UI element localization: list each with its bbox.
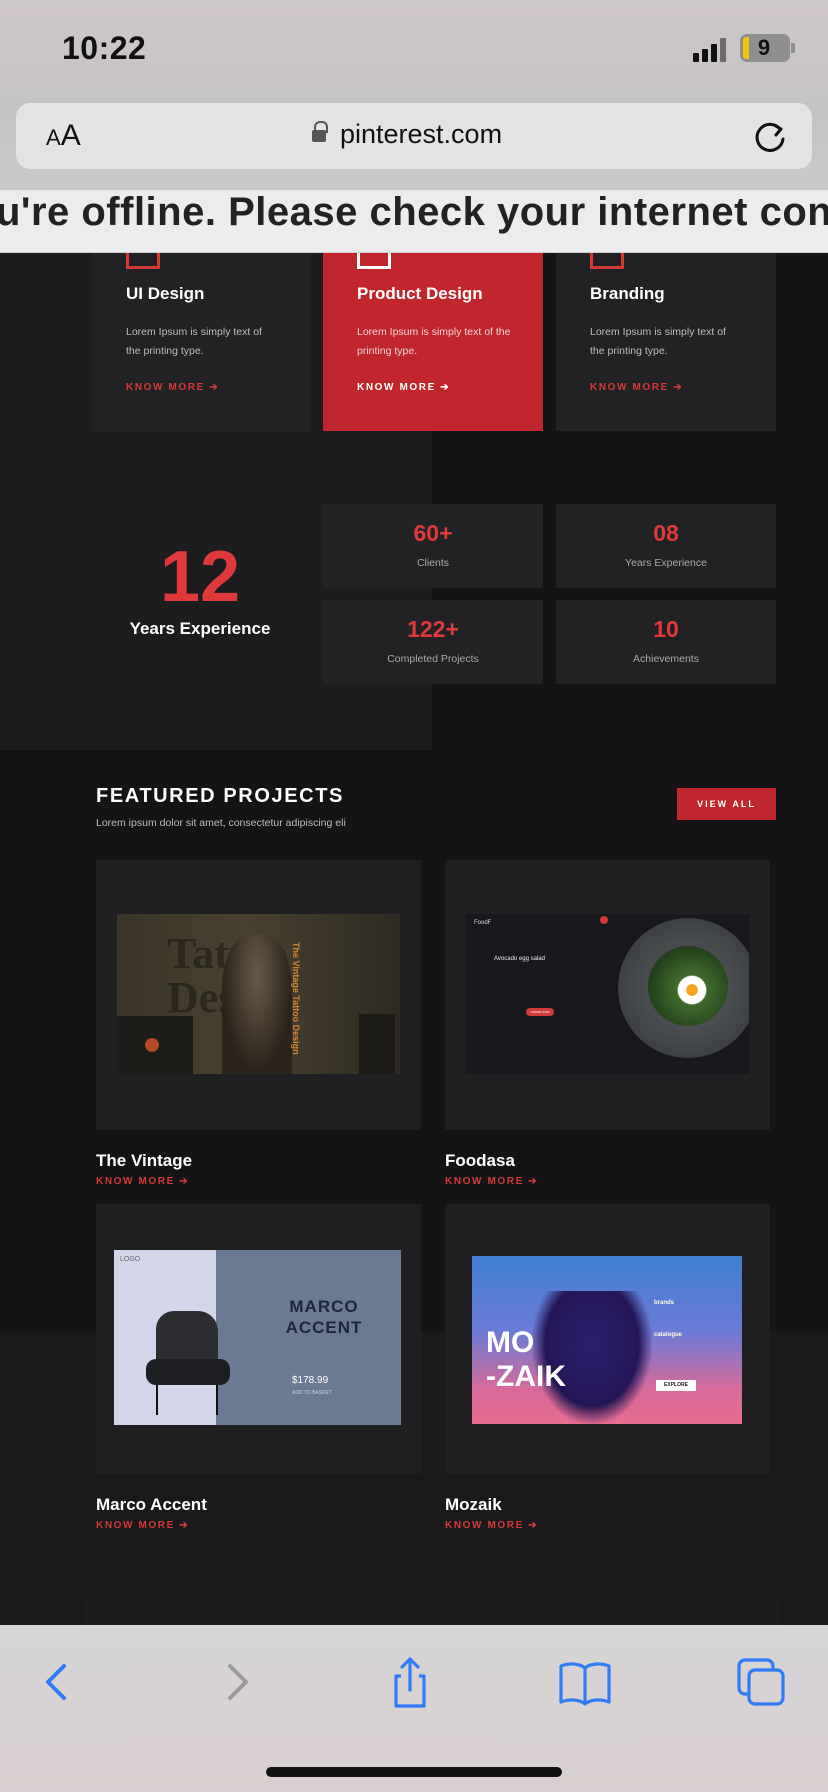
stat-years: 08 Years Experience [556,504,776,588]
project-title: Mozaik [445,1495,502,1514]
page-content: UI Design Lorem Ipsum is simply text of … [0,253,828,1625]
view-all-button[interactable]: VIEW ALL [677,788,776,820]
featured-projects-subtitle: Lorem ipsum dolor sit amet, consectetur … [96,817,346,829]
lock-icon [312,121,328,145]
project-card-mozaik[interactable]: MO -ZAIK brands catalogue EXPLORE Mozaik … [445,1204,770,1531]
browser-toolbar [0,1625,828,1792]
url-text[interactable]: pinterest.com [340,119,502,150]
branding-icon [590,253,624,269]
vintage-preview-image: Tattoo Design The Vintage Tattoo Design [117,914,400,1074]
chair-image [142,1305,242,1420]
know-more-link[interactable]: KNOW MORE ➔ [96,1176,189,1187]
project-title: The Vintage [96,1151,193,1170]
bookmarks-icon[interactable] [555,1654,615,1710]
service-description: Lorem Ipsum is simply text of the printi… [126,326,262,357]
know-more-link[interactable]: KNOW MORE ➔ [357,382,450,393]
know-more-link[interactable]: KNOW MORE ➔ [445,1520,538,1531]
stat-value: 122+ [407,616,459,642]
stat-label: Clients [416,557,450,569]
reader-options-button[interactable]: AA [46,119,81,153]
marco-preview-image: LOGO MARCO ACCENT $178.99 ADD TO BASKET [114,1250,401,1425]
food-plate [618,918,749,1058]
stat-value: 60+ [413,520,453,546]
project-title: Marco Accent [96,1495,207,1514]
battery-level: 9 [757,35,771,60]
project-card-marco-accent[interactable]: LOGO MARCO ACCENT $178.99 ADD TO BASKET M… [96,1204,421,1531]
project-title: Foodasa [445,1151,515,1170]
product-design-icon [357,253,391,269]
share-icon[interactable] [380,1654,440,1710]
know-more-link[interactable]: KNOW MORE ➔ [126,382,219,393]
know-more-link[interactable]: KNOW MORE ➔ [96,1520,189,1531]
stat-value: 08 [653,520,679,546]
back-icon[interactable] [28,1654,88,1710]
battery-icon: 9 [740,34,790,62]
know-more-link[interactable]: KNOW MORE ➔ [445,1176,538,1187]
mozaik-preview-image: MO -ZAIK brands catalogue EXPLORE [472,1256,742,1424]
stat-value: 10 [653,616,679,642]
service-title: Branding [590,284,665,303]
forward-icon[interactable] [206,1654,266,1710]
service-description: Lorem Ipsum is simply text of the printi… [590,326,726,357]
offline-message: u're offline. Please check your internet… [0,190,828,234]
service-title: Product Design [357,284,483,303]
stat-clients: 60+ Clients [323,504,543,588]
stat-achievements: 10 Achievements [556,600,776,684]
stat-label: Achievements [633,653,699,665]
browser-chrome: 10:22 9 AA pinterest.com [0,0,828,190]
offline-banner: u're offline. Please check your internet… [0,190,828,253]
tabs-icon[interactable] [731,1654,791,1710]
address-bar[interactable]: AA pinterest.com [16,103,812,169]
stat-label: Years Experience [625,557,707,569]
foodasa-preview-image: FoodF Avocado egg salad ORDER NOW [466,914,749,1074]
service-card-branding[interactable]: Branding Lorem Ipsum is simply text of t… [556,253,776,431]
featured-projects-title: FEATURED PROJECTS [96,785,344,807]
know-more-link[interactable]: KNOW MORE ➔ [590,382,683,393]
service-card-product-design[interactable]: Product Design Lorem Ipsum is simply tex… [323,253,543,431]
cellular-signal-icon [693,38,727,62]
stat-label: Completed Projects [387,653,479,665]
status-time: 10:22 [62,30,147,66]
service-title: UI Design [126,284,205,303]
salad [648,946,728,1026]
ui-design-icon [126,253,160,269]
next-section [84,1599,781,1625]
service-description: Lorem Ipsum is simply text of the printi… [357,326,511,357]
model-figure [222,934,292,1074]
home-indicator[interactable] [266,1767,562,1777]
reload-icon[interactable] [750,117,790,157]
stat-projects: 122+ Completed Projects [323,600,543,684]
project-card-foodasa[interactable]: FoodF Avocado egg salad ORDER NOW Foodas… [445,860,770,1187]
service-card-ui-design[interactable]: UI Design Lorem Ipsum is simply text of … [92,253,310,431]
project-card-vintage[interactable]: Tattoo Design The Vintage Tattoo Design … [96,860,421,1187]
